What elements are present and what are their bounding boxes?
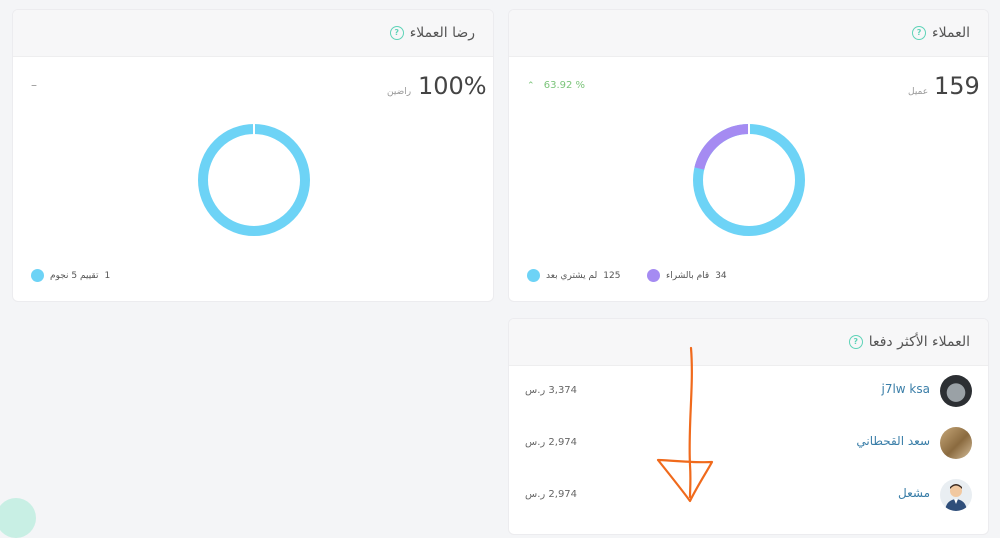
customers-legend-purchased: قام بالشراء 34 xyxy=(647,269,727,282)
list-item[interactable]: j7lw ksa 3,374 ر.س xyxy=(509,365,988,417)
help-icon[interactable]: ? xyxy=(389,26,404,40)
legend-value: 125 xyxy=(603,270,621,281)
satisfaction-percent-label: راضين xyxy=(387,87,412,97)
legend-label: قام بالشراء xyxy=(666,270,710,281)
customers-count-label: عميل xyxy=(908,87,929,97)
legend-value: 1 xyxy=(104,270,111,281)
top-paying-title: العملاء الأكثر دفعا xyxy=(868,334,970,350)
help-icon[interactable]: ? xyxy=(848,335,863,349)
customers-legend-not-purchased: لم يشتري بعد 125 xyxy=(527,269,620,282)
donut-ring-satisfied xyxy=(198,124,310,236)
user-icon xyxy=(945,484,967,511)
annotation-arrow xyxy=(656,346,714,503)
trend-value: 63.92 % xyxy=(543,80,586,91)
customers-card-header: ? العملاء xyxy=(509,10,988,57)
customers-trend: ⌃ 63.92 % xyxy=(527,80,585,91)
legend-label: تقييم 5 نجوم xyxy=(50,270,99,281)
customer-amount: 3,374 ر.س xyxy=(525,385,578,396)
customers-card: ? العملاء ⌃ 63.92 % عميل 159 قام بالشراء… xyxy=(508,9,989,302)
avatar xyxy=(940,479,972,511)
top-paying-card: ? العملاء الأكثر دفعا j7lw ksa 3,374 ر.س… xyxy=(508,318,989,535)
customer-amount: 2,974 ر.س xyxy=(525,437,578,448)
avatar xyxy=(940,427,972,459)
legend-label: لم يشتري بعد xyxy=(546,270,598,281)
satisfaction-card: ? رضا العملاء – راضين 100% تقييم 5 نجوم … xyxy=(12,9,494,302)
satisfaction-dash: – xyxy=(31,78,37,92)
donut-arc-purchased xyxy=(694,124,750,170)
satisfaction-donut xyxy=(198,124,310,236)
customer-name[interactable]: سعد القحطاني xyxy=(856,434,930,448)
customers-count: 159 xyxy=(934,72,980,100)
top-paying-card-header: ? العملاء الأكثر دفعا xyxy=(509,319,988,366)
legend-dot xyxy=(31,269,44,282)
trend-up-icon: ⌃ xyxy=(527,81,535,91)
legend-dot xyxy=(647,269,660,282)
help-icon[interactable]: ? xyxy=(912,26,927,40)
customer-amount: 2,974 ر.س xyxy=(525,489,578,500)
avatar xyxy=(940,375,972,407)
floating-help-button[interactable] xyxy=(0,498,36,538)
list-item[interactable]: سعد القحطاني 2,974 ر.س xyxy=(509,417,988,469)
list-item[interactable]: مشعل 2,974 ر.س xyxy=(509,469,988,521)
satisfaction-percent: 100% xyxy=(418,72,487,100)
satisfaction-legend-item: تقييم 5 نجوم 1 xyxy=(31,269,110,282)
satisfaction-card-header: ? رضا العملاء xyxy=(13,10,493,57)
satisfaction-title: رضا العملاء xyxy=(409,25,475,41)
legend-dot xyxy=(527,269,540,282)
customers-title: العملاء xyxy=(932,25,970,41)
customers-donut xyxy=(693,124,805,236)
customer-name[interactable]: j7lw ksa xyxy=(882,382,931,396)
legend-value: 34 xyxy=(715,270,727,281)
customer-name[interactable]: مشعل xyxy=(898,486,930,500)
